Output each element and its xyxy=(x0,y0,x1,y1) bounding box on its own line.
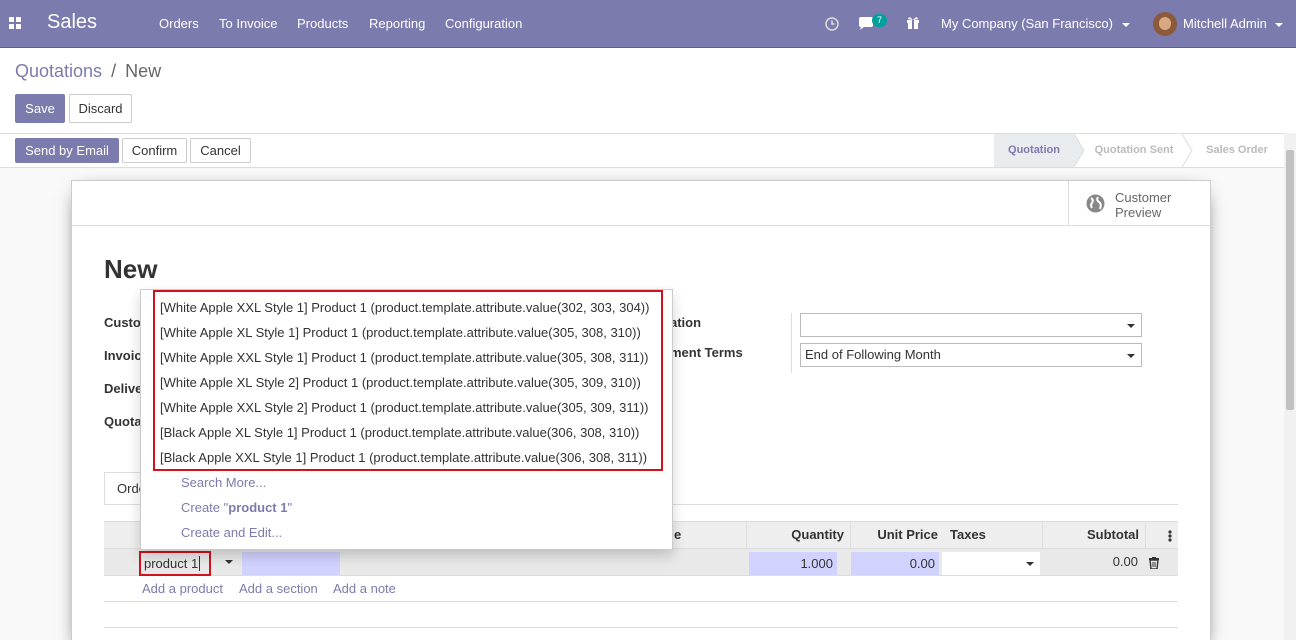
payment-terms-value: End of Following Month xyxy=(805,347,941,362)
customer-preview-line1: Customer xyxy=(1115,190,1172,205)
breadcrumb-separator: / xyxy=(111,61,117,81)
record-title: New xyxy=(104,254,158,284)
unit-price-input[interactable]: 0.00 xyxy=(851,552,939,575)
confirm-button[interactable]: Confirm xyxy=(122,138,187,163)
scrollbar[interactable] xyxy=(1284,133,1296,640)
scrollbar-thumb[interactable] xyxy=(1286,150,1294,410)
description-input[interactable] xyxy=(242,552,340,575)
label-delivery-address: Delive xyxy=(104,381,143,396)
globe-icon xyxy=(1086,194,1105,213)
stage-arrow xyxy=(1182,134,1193,167)
menu-to-invoice[interactable]: To Invoice xyxy=(219,16,278,31)
add-note-link[interactable]: Add a note xyxy=(333,581,396,596)
chevron-down-icon xyxy=(1026,562,1034,566)
menu-products[interactable]: Products xyxy=(297,16,348,31)
menu-reporting[interactable]: Reporting xyxy=(369,16,425,31)
add-product-link[interactable]: Add a product xyxy=(142,581,223,596)
header-subtotal[interactable]: Subtotal xyxy=(1042,522,1145,548)
chevron-down-icon xyxy=(1275,22,1284,27)
more-vertical-icon xyxy=(1168,529,1172,542)
table-divider xyxy=(104,601,1178,602)
cancel-button[interactable]: Cancel xyxy=(190,138,251,163)
breadcrumb: Quotations / New xyxy=(15,61,161,82)
optional-columns-toggle[interactable] xyxy=(1145,522,1178,548)
quantity-input[interactable]: 1.000 xyxy=(749,552,837,575)
company-name: My Company (San Francisco) xyxy=(941,16,1113,31)
variants-highlight-box xyxy=(153,290,663,471)
payment-terms-select[interactable]: End of Following Month xyxy=(800,343,1142,367)
header-handle xyxy=(104,522,140,548)
header-description[interactable]: e xyxy=(674,522,681,548)
chevron-down-icon xyxy=(1127,324,1135,328)
stage-sales-order[interactable]: Sales Order xyxy=(1194,134,1280,167)
subtotal-value: 0.00 xyxy=(1112,554,1138,569)
field-separator xyxy=(791,313,792,373)
search-more-link[interactable]: Search More... xyxy=(181,475,266,490)
stage-arrow xyxy=(1074,134,1085,167)
create-suffix: " xyxy=(287,500,293,515)
chevron-down-icon xyxy=(1127,354,1135,358)
activity-clock-icon[interactable] xyxy=(825,17,839,31)
messages-count-badge: 7 xyxy=(872,14,887,27)
customer-preview-button[interactable]: Customer Preview xyxy=(1068,181,1210,225)
create-product-link[interactable]: Create "product 1" xyxy=(181,500,292,515)
customer-preview-line2: Preview xyxy=(1115,205,1162,220)
stage-quotation-sent[interactable]: Quotation Sent xyxy=(1086,134,1182,167)
add-section-link[interactable]: Add a section xyxy=(239,581,318,596)
table-divider xyxy=(104,627,1178,628)
taxes-input[interactable] xyxy=(942,552,1040,575)
avatar[interactable] xyxy=(1153,12,1177,36)
header-quantity[interactable]: Quantity xyxy=(746,522,850,548)
chevron-down-icon xyxy=(1121,22,1130,27)
breadcrumb-current: New xyxy=(125,61,162,81)
label-customer: Custo xyxy=(104,315,141,330)
label-expiration: ation xyxy=(670,315,702,330)
trash-icon[interactable] xyxy=(1149,557,1159,569)
user-name: Mitchell Admin xyxy=(1183,16,1267,31)
header-taxes[interactable]: Taxes xyxy=(944,522,1042,548)
apps-menu-icon[interactable] xyxy=(9,17,21,29)
chevron-down-icon[interactable] xyxy=(225,560,233,564)
create-and-edit-link[interactable]: Create and Edit... xyxy=(181,525,282,540)
top-navbar: Sales Orders To Invoice Products Reporti… xyxy=(0,0,1296,48)
menu-configuration[interactable]: Configuration xyxy=(445,16,522,31)
discard-button[interactable]: Discard xyxy=(69,94,132,123)
label-quotation-template: Quota xyxy=(104,414,142,429)
customer-preview-label: Customer Preview xyxy=(1115,190,1171,220)
company-switcher[interactable]: My Company (San Francisco) xyxy=(941,16,1130,31)
create-term: product 1 xyxy=(228,500,288,515)
button-box xyxy=(72,181,1210,226)
user-menu[interactable]: Mitchell Admin xyxy=(1183,16,1284,31)
expiration-field[interactable] xyxy=(800,313,1142,337)
label-invoice-address: Invoic xyxy=(104,348,142,363)
app-brand[interactable]: Sales xyxy=(47,11,97,34)
stage-quotation[interactable]: Quotation xyxy=(994,134,1074,167)
product-input-highlight xyxy=(139,551,211,576)
send-by-email-button[interactable]: Send by Email xyxy=(15,138,119,163)
save-button[interactable]: Save xyxy=(15,94,65,123)
label-payment-terms: ment Terms xyxy=(670,345,743,360)
gift-icon[interactable] xyxy=(906,16,920,30)
menu-orders[interactable]: Orders xyxy=(159,16,199,31)
create-prefix: Create " xyxy=(181,500,229,515)
table-row: product 1 1.000 0.00 0.00 xyxy=(104,548,1178,576)
header-unit-price[interactable]: Unit Price xyxy=(850,522,944,548)
breadcrumb-quotations[interactable]: Quotations xyxy=(15,61,102,81)
